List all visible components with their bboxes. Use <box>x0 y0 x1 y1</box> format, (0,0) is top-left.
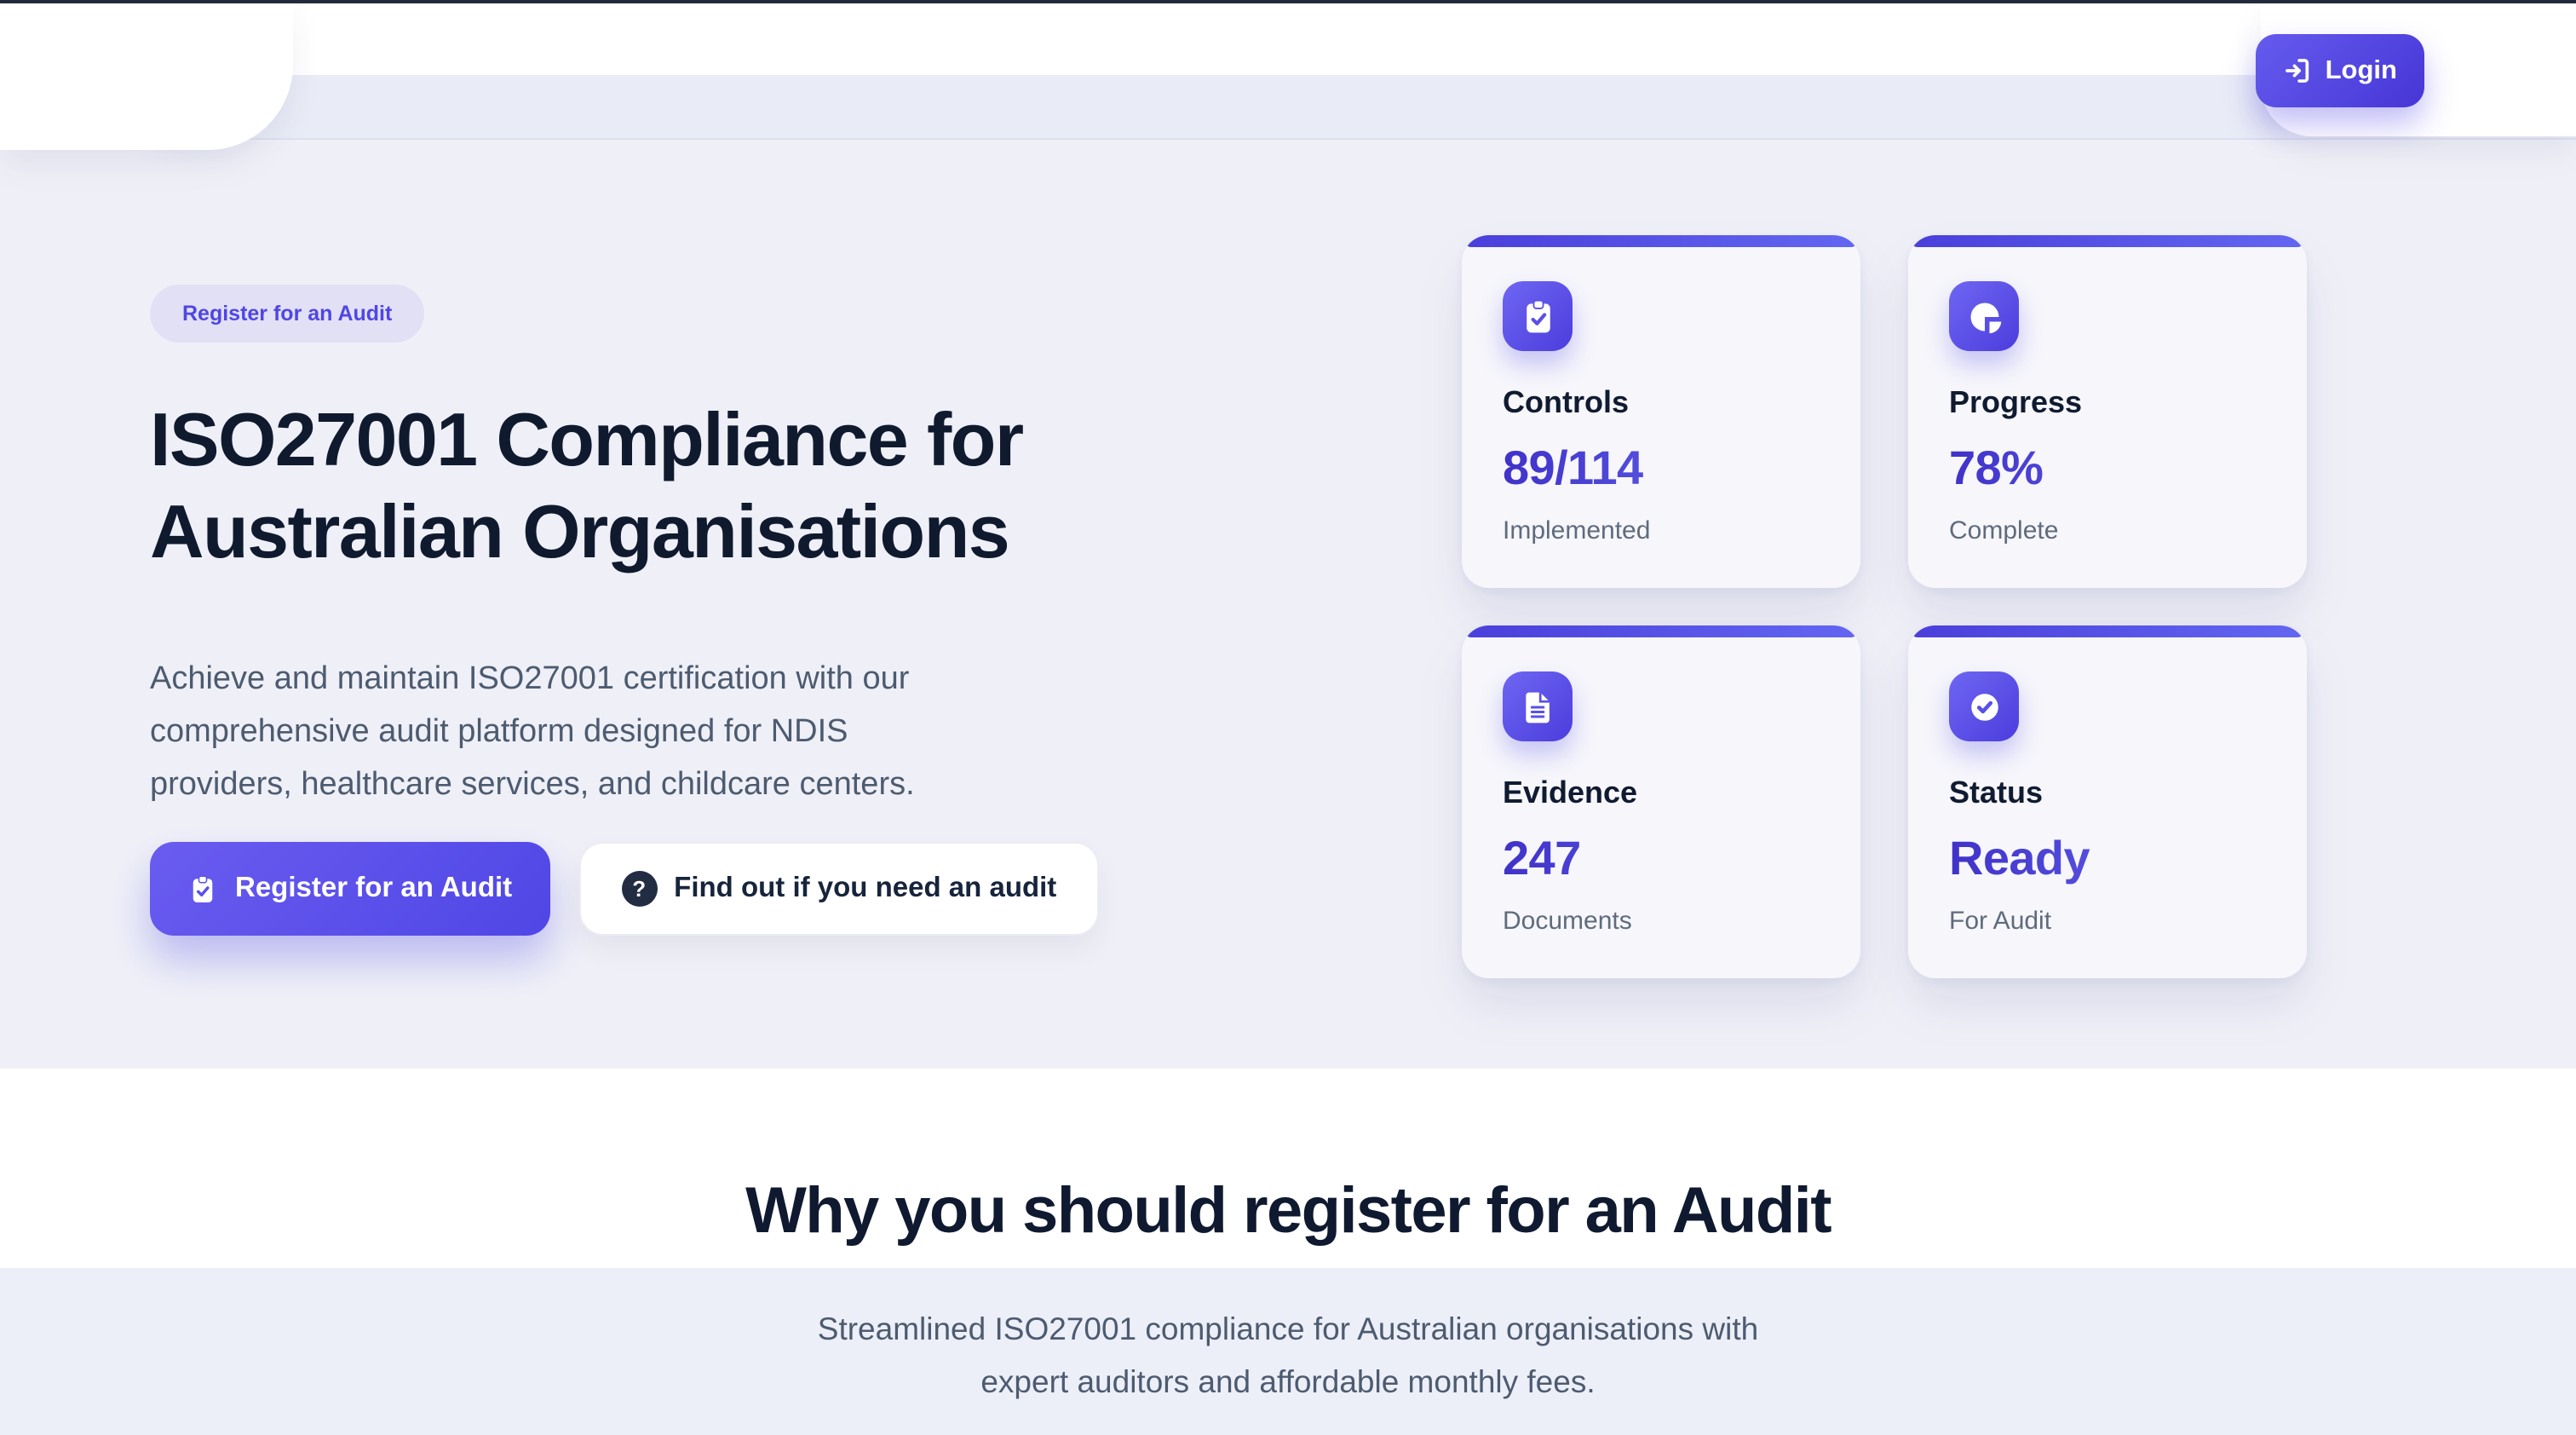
stat-subtitle: For Audit <box>1949 907 2273 936</box>
hero-heading: ISO27001 Compliance for Australian Organ… <box>150 395 1308 579</box>
hero-badge-label: Register for an Audit <box>182 302 392 326</box>
stat-cards-grid: Controls 89/114 Implemented Progress 78%… <box>1462 235 2307 978</box>
stat-title: Controls <box>1503 385 1826 421</box>
stat-value: 78% <box>1949 441 2273 496</box>
stat-card-evidence: Evidence 247 Documents <box>1462 625 1860 978</box>
cta-row: Register for an Audit ? Find out if you … <box>150 842 1099 936</box>
hero-description-line3: providers, healthcare services, and chil… <box>150 760 915 813</box>
header-top-strip <box>0 0 2576 75</box>
stat-subtitle: Implemented <box>1503 516 1826 545</box>
stat-title: Evidence <box>1503 775 1826 811</box>
stat-value: 89/114 <box>1503 441 1826 496</box>
stat-card-controls: Controls 89/114 Implemented <box>1462 235 1860 588</box>
stat-subtitle: Documents <box>1503 907 1826 936</box>
find-out-label: Find out if you need an audit <box>674 873 1056 905</box>
header-left-white-shape <box>0 0 293 150</box>
hero-heading-line1: ISO27001 Compliance for <box>150 395 1308 487</box>
window-top-edge <box>0 0 2576 3</box>
why-section-heading: Why you should register for an Audit <box>0 1176 2576 1249</box>
find-out-button[interactable]: ? Find out if you need an audit <box>578 842 1099 936</box>
card-accent-bar <box>1465 235 1857 247</box>
check-circle-icon <box>1949 671 2019 741</box>
register-audit-label: Register for an Audit <box>235 873 512 905</box>
pie-chart-icon <box>1949 281 2019 351</box>
hero-description: Achieve and maintain ISO27001 certificat… <box>150 654 915 813</box>
stat-title: Progress <box>1949 385 2273 421</box>
stat-card-status: Status Ready For Audit <box>1908 625 2307 978</box>
hero-heading-line2: Australian Organisations <box>150 487 1308 579</box>
hero-description-line1: Achieve and maintain ISO27001 certificat… <box>150 654 915 707</box>
card-accent-bar <box>1912 625 2303 637</box>
hero-badge: Register for an Audit <box>150 285 424 343</box>
login-button[interactable]: Login <box>2256 34 2424 107</box>
header-band <box>0 75 2576 140</box>
question-mark-icon: ? <box>621 871 657 907</box>
sign-in-icon <box>2283 56 2312 85</box>
stat-card-progress: Progress 78% Complete <box>1908 235 2307 588</box>
why-subtitle-line1: Streamlined ISO27001 compliance for Aust… <box>0 1304 2576 1356</box>
hero-description-line2: comprehensive audit platform designed fo… <box>150 707 915 760</box>
why-subtitle-line2: expert auditors and affordable monthly f… <box>0 1356 2576 1408</box>
register-audit-button[interactable]: Register for an Audit <box>150 842 549 936</box>
stat-title: Status <box>1949 775 2273 811</box>
clipboard-check-icon <box>1503 281 1573 351</box>
card-accent-bar <box>1465 625 1857 637</box>
why-section-subtitle: Streamlined ISO27001 compliance for Aust… <box>0 1304 2576 1408</box>
page: COMPLIANCE PRO Compliance Pro ISO27001 P… <box>0 0 2576 1435</box>
stat-subtitle: Complete <box>1949 516 2273 545</box>
clipboard-check-icon <box>187 873 218 904</box>
login-label: Login <box>2326 55 2397 86</box>
card-accent-bar <box>1912 235 2303 247</box>
document-icon <box>1503 671 1573 741</box>
stat-value: 247 <box>1503 832 1826 886</box>
stat-value: Ready <box>1949 832 2273 886</box>
